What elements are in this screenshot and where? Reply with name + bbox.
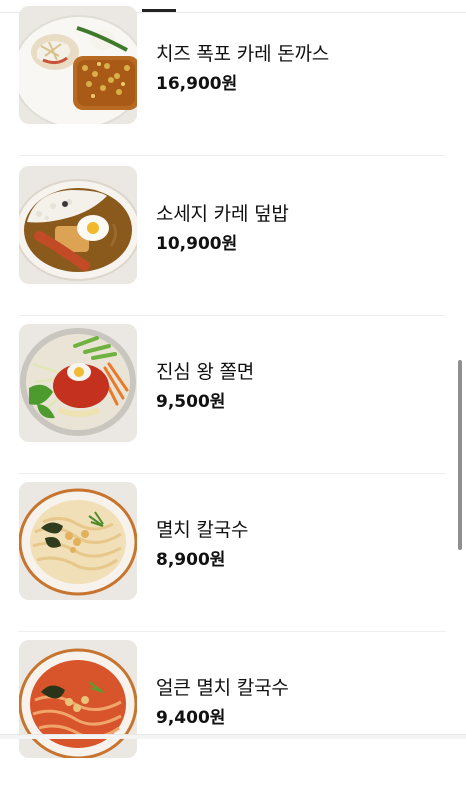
menu-item-name: 치즈 폭포 카레 돈까스 [156, 43, 330, 65]
menu-item-price: 9,400원 [156, 708, 226, 728]
menu-item-name: 얼큰 멸치 칼국수 [156, 677, 289, 699]
menu-item-name: 멸치 칼국수 [156, 519, 249, 541]
scrollbar[interactable] [458, 360, 462, 550]
menu-item-price: 9,500원 [156, 392, 226, 412]
menu-item-price: 8,900원 [156, 550, 226, 570]
menu-item[interactable]: 얼큰 멸치 칼국수 9,400원 [0, 632, 466, 790]
menu-item-name: 진심 왕 쫄면 [156, 361, 255, 383]
menu-item-image[interactable] [19, 166, 137, 284]
menu-item-image[interactable] [19, 6, 137, 124]
menu-item[interactable]: 소세지 카레 덮밥 10,900원 [0, 158, 466, 316]
menu-item[interactable]: 진심 왕 쫄면 9,500원 [0, 316, 466, 474]
menu-item-name: 소세지 카레 덮밥 [156, 203, 289, 225]
menu-item-image[interactable] [19, 640, 137, 758]
menu-item-image[interactable] [19, 482, 137, 600]
menu-item-image[interactable] [19, 324, 137, 442]
bottom-edge [0, 734, 466, 739]
menu-item[interactable]: 멸치 칼국수 8,900원 [0, 474, 466, 632]
menu-item[interactable]: 치즈 폭포 카레 돈까스 16,900원 [0, 0, 466, 156]
menu-item-price: 10,900원 [156, 234, 238, 254]
divider [18, 155, 446, 156]
menu-item-price: 16,900원 [156, 74, 238, 94]
